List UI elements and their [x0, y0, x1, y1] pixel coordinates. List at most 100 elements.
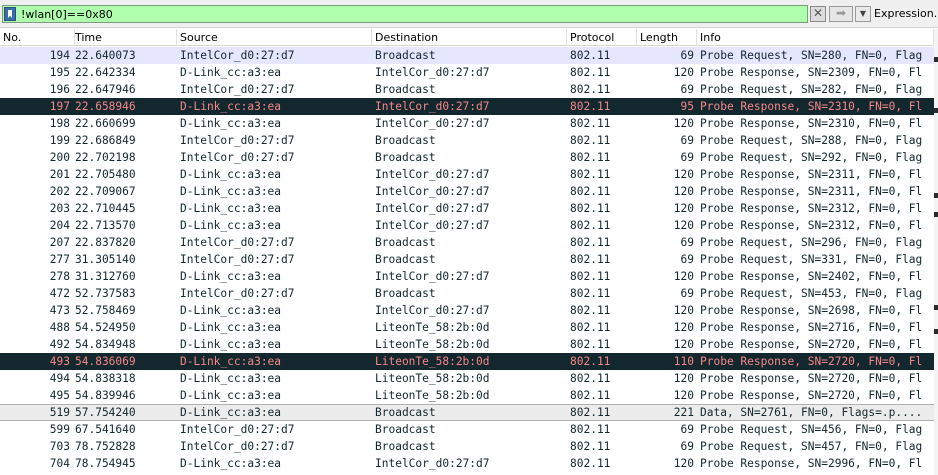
- packet-length-cell: 69: [680, 236, 694, 249]
- packet-row[interactable]: 207 22.837820 IntelCor_d0:27:d7 Broadcast 80…: [0, 234, 934, 251]
- expression-button[interactable]: Expression...: [874, 6, 938, 22]
- packet-source-cell: IntelCor_d0:27:d7: [180, 423, 295, 436]
- packet-row[interactable]: 204 22.713570 D-Link_cc:a3:ea IntelCor_d0:2…: [0, 217, 934, 234]
- packet-destination-cell: IntelCor_d0:27:d7: [375, 168, 490, 181]
- packet-time-cell: 22.642334: [75, 66, 136, 79]
- packet-length-cell: 120: [673, 270, 694, 283]
- packet-destination-cell: LiteonTe_58:2b:0d: [375, 338, 490, 351]
- packet-number-cell: 198: [49, 117, 70, 130]
- packet-row[interactable]: 195 22.642334 D-Link_cc:a3:ea IntelCor_d0:2…: [0, 64, 934, 81]
- packet-source-cell: D-Link_cc:a3:ea: [180, 202, 282, 215]
- packet-row[interactable]: 201 22.705480 D-Link_cc:a3:ea IntelCor_d0:2…: [0, 166, 934, 183]
- packet-length-cell: 120: [673, 117, 694, 130]
- packet-protocol-cell: 802.11: [570, 100, 611, 113]
- packet-destination-cell: Broadcast: [375, 236, 436, 249]
- packet-info-cell: Probe Request, SN=280, FN=0, Flag: [700, 49, 923, 62]
- filter-history-dropdown[interactable]: ▼: [855, 6, 871, 22]
- column-header-info[interactable]: Info: [697, 29, 934, 46]
- packet-length-cell: 110: [673, 355, 694, 368]
- column-header-length[interactable]: Length: [637, 29, 697, 46]
- packet-row[interactable]: 472 52.737583 IntelCor_d0:27:d7 Broadcast 80…: [0, 285, 934, 302]
- bookmark-icon[interactable]: [4, 7, 16, 21]
- packet-list[interactable]: 194 22.640073 IntelCor_d0:27:d7 Broadcast 80…: [0, 47, 934, 475]
- packet-destination-cell: Broadcast: [375, 49, 436, 62]
- packet-destination-cell: Broadcast: [375, 253, 436, 266]
- packet-row[interactable]: 704 78.754945 D-Link_cc:a3:ea IntelCor_d0:2…: [0, 455, 934, 472]
- column-header-source[interactable]: Source: [177, 29, 372, 46]
- packet-protocol-cell: 802.11: [570, 66, 611, 79]
- packet-row[interactable]: 278 31.312760 D-Link_cc:a3:ea IntelCor_d0:2…: [0, 268, 934, 285]
- packet-row-selected[interactable]: 197 22.658946 D-Link_cc:a3:ea IntelCor_d0:2…: [0, 98, 934, 115]
- packet-length-cell: 120: [673, 185, 694, 198]
- packet-row-selected[interactable]: 493 54.836069 D-Link_cc:a3:ea LiteonTe_58:2…: [0, 353, 934, 370]
- packet-row[interactable]: 703 78.752828 IntelCor_d0:27:d7 Broadcast 80…: [0, 438, 934, 455]
- packet-destination-cell: Broadcast: [375, 440, 436, 453]
- display-filter-text[interactable]: !wlan[0]==0x80: [21, 7, 113, 22]
- packet-number-cell: 488: [49, 321, 70, 334]
- packet-row[interactable]: 200 22.702198 IntelCor_d0:27:d7 Broadcast 80…: [0, 149, 934, 166]
- packet-number-cell: 199: [49, 134, 70, 147]
- packet-row[interactable]: 194 22.640073 IntelCor_d0:27:d7 Broadcast 80…: [0, 47, 934, 64]
- packet-row[interactable]: 199 22.686849 IntelCor_d0:27:d7 Broadcast 80…: [0, 132, 934, 149]
- packet-length-cell: 95: [680, 100, 694, 113]
- column-header-time[interactable]: Time: [72, 29, 177, 46]
- packet-source-cell: IntelCor_d0:27:d7: [180, 134, 295, 147]
- packet-time-cell: 52.737583: [75, 287, 136, 300]
- packet-destination-cell: Broadcast: [375, 151, 436, 164]
- column-header-protocol[interactable]: Protocol: [567, 29, 637, 46]
- packet-time-cell: 22.837820: [75, 236, 136, 249]
- packet-info-cell: Probe Request, SN=292, FN=0, Flag: [700, 151, 923, 164]
- packet-destination-cell: IntelCor_d0:27:d7: [375, 304, 490, 317]
- packet-number-cell: 495: [49, 389, 70, 402]
- packet-info-cell: Probe Response, SN=2720, FN=0, Fl: [700, 338, 923, 351]
- packet-destination-cell: IntelCor_d0:27:d7: [375, 100, 490, 113]
- packet-row[interactable]: 494 54.838318 D-Link_cc:a3:ea LiteonTe_58:2…: [0, 370, 934, 387]
- packet-number-cell: 197: [49, 100, 70, 113]
- apply-filter-button[interactable]: ➡: [829, 6, 853, 22]
- packet-row[interactable]: 519 57.754240 D-Link_cc:a3:ea Broadcast 802.…: [0, 404, 934, 421]
- packet-length-cell: 120: [673, 219, 694, 232]
- packet-source-cell: D-Link_cc:a3:ea: [180, 304, 282, 317]
- packet-destination-cell: IntelCor_d0:27:d7: [375, 219, 490, 232]
- packet-number-cell: 599: [49, 423, 70, 436]
- packet-row[interactable]: 198 22.660699 D-Link_cc:a3:ea IntelCor_d0:2…: [0, 115, 934, 132]
- packet-length-cell: 69: [680, 151, 694, 164]
- packet-row[interactable]: 277 31.305140 IntelCor_d0:27:d7 Broadcast 80…: [0, 251, 934, 268]
- packet-row[interactable]: 202 22.709067 D-Link_cc:a3:ea IntelCor_d0:2…: [0, 183, 934, 200]
- packet-row[interactable]: 492 54.834948 D-Link_cc:a3:ea LiteonTe_58:2…: [0, 336, 934, 353]
- column-header-no[interactable]: No.: [0, 29, 75, 46]
- packet-number-cell: 494: [49, 372, 70, 385]
- packet-info-cell: Probe Response, SN=2402, FN=0, Fl: [700, 270, 923, 283]
- clear-filter-button[interactable]: ✕: [810, 6, 826, 22]
- scrollbar-marker: [934, 193, 938, 198]
- packet-time-cell: 52.758469: [75, 304, 136, 317]
- packet-row[interactable]: 495 54.839946 D-Link_cc:a3:ea LiteonTe_58:2…: [0, 387, 934, 404]
- display-filter-input[interactable]: !wlan[0]==0x80: [2, 5, 808, 23]
- packet-info-cell: Probe Response, SN=2720, FN=0, Fl: [700, 355, 923, 368]
- packet-time-cell: 54.839946: [75, 389, 136, 402]
- packet-source-cell: IntelCor_d0:27:d7: [180, 440, 295, 453]
- packet-row[interactable]: 488 54.524950 D-Link_cc:a3:ea LiteonTe_58:2…: [0, 319, 934, 336]
- packet-list-scrollbar[interactable]: [934, 29, 938, 475]
- packet-row[interactable]: 473 52.758469 D-Link_cc:a3:ea IntelCor_d0:2…: [0, 302, 934, 319]
- packet-destination-cell: Broadcast: [375, 406, 436, 419]
- scrollbar-marker: [934, 108, 938, 113]
- packet-length-cell: 69: [680, 253, 694, 266]
- packet-time-cell: 22.709067: [75, 185, 136, 198]
- packet-source-cell: IntelCor_d0:27:d7: [180, 287, 295, 300]
- packet-number-cell: 277: [49, 253, 70, 266]
- packet-protocol-cell: 802.11: [570, 389, 611, 402]
- packet-row[interactable]: 599 67.541640 IntelCor_d0:27:d7 Broadcast 80…: [0, 421, 934, 438]
- packet-source-cell: D-Link_cc:a3:ea: [180, 406, 282, 419]
- packet-row[interactable]: 203 22.710445 D-Link_cc:a3:ea IntelCor_d0:2…: [0, 200, 934, 217]
- packet-info-cell: Probe Response, SN=2310, FN=0, Fl: [700, 100, 923, 113]
- packet-time-cell: 22.710445: [75, 202, 136, 215]
- packet-number-cell: 201: [49, 168, 70, 181]
- column-header-destination[interactable]: Destination: [372, 29, 567, 46]
- packet-info-cell: Probe Request, SN=331, FN=0, Flag: [700, 253, 923, 266]
- packet-length-cell: 120: [673, 372, 694, 385]
- packet-time-cell: 67.541640: [75, 423, 136, 436]
- packet-protocol-cell: 802.11: [570, 372, 611, 385]
- packet-number-cell: 207: [49, 236, 70, 249]
- packet-row[interactable]: 196 22.647946 IntelCor_d0:27:d7 Broadcast 80…: [0, 81, 934, 98]
